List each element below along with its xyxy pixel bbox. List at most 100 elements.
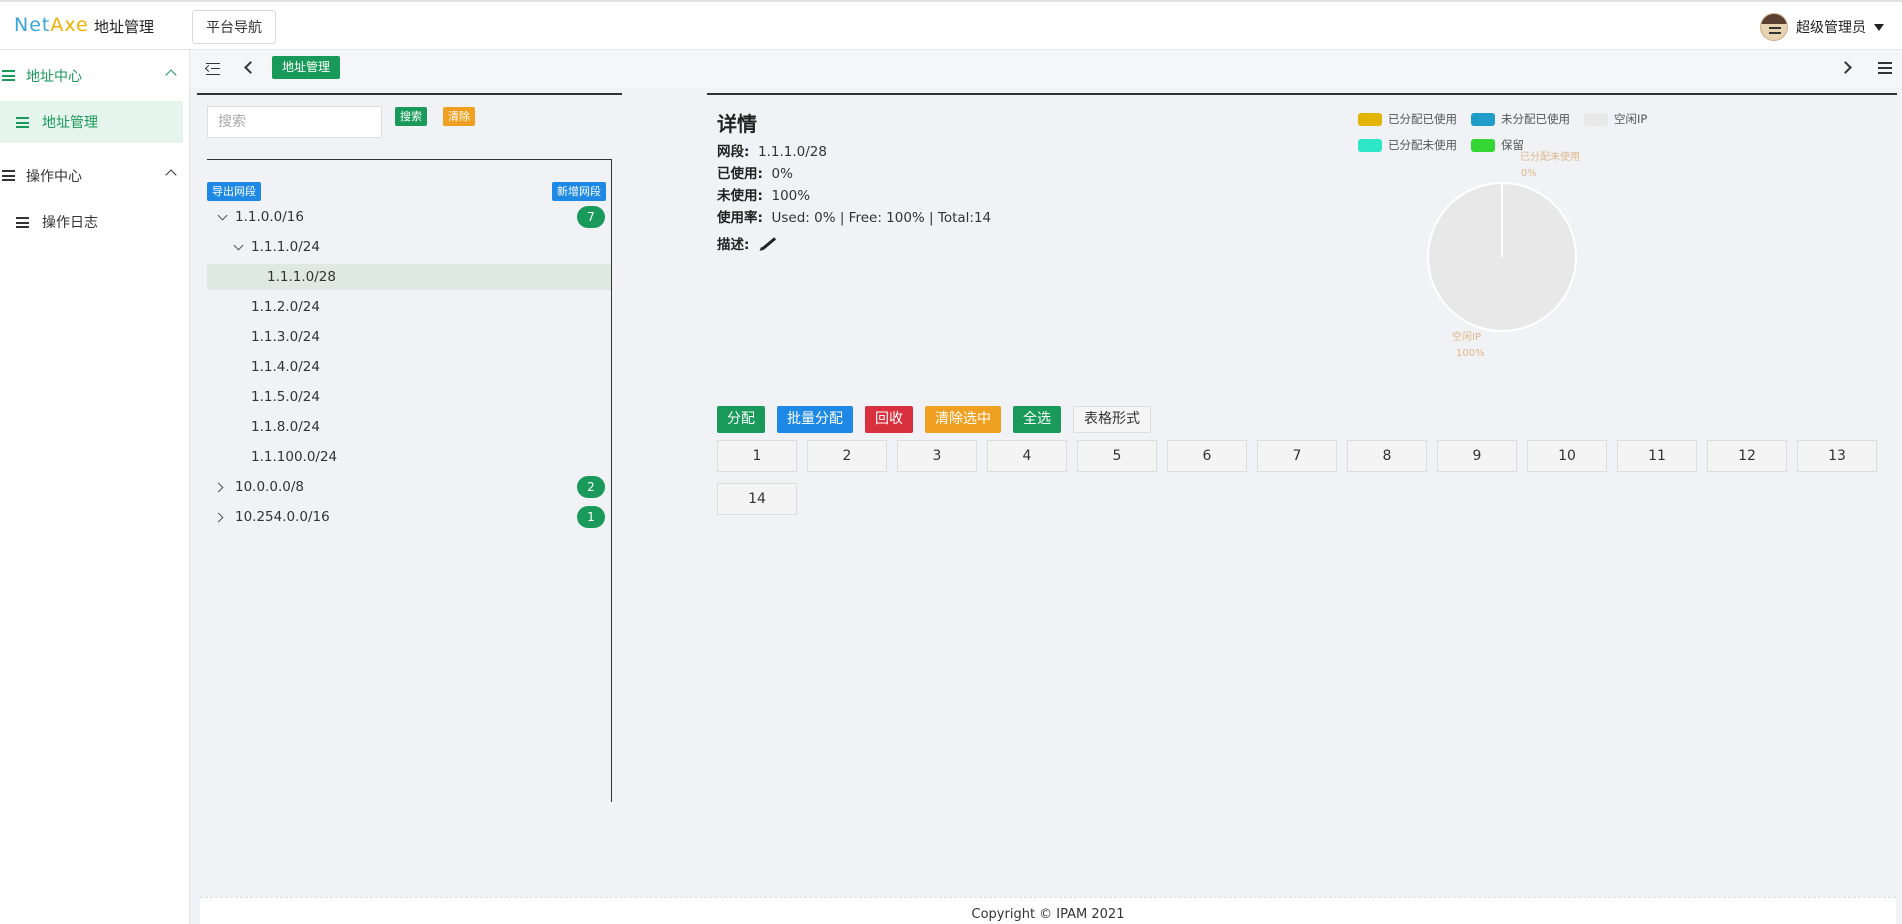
avatar[interactable] <box>1760 13 1788 41</box>
tab-bar: 地址管理 <box>190 50 1902 88</box>
tree-node[interactable]: 10.0.0.0/8 2 <box>207 474 611 500</box>
search-button[interactable]: 搜索 <box>395 107 427 126</box>
tree-node-label: 10.0.0.0/8 <box>235 479 304 495</box>
tab-address-management[interactable]: 地址管理 <box>272 56 341 79</box>
ip-cell[interactable]: 12 <box>1707 440 1787 472</box>
top-header: NetAxe 地址管理 平台导航 超级管理员 <box>0 0 1902 50</box>
allocate-button[interactable]: 分配 <box>717 406 765 433</box>
tree-node[interactable]: 1.1.5.0/24 <box>207 384 611 410</box>
pie-label-value: 100% <box>1456 348 1485 359</box>
ip-cell[interactable]: 1 <box>717 440 797 472</box>
legend-item[interactable]: 保留 <box>1471 137 1524 153</box>
clear-selection-button[interactable]: 清除选中 <box>925 406 1001 433</box>
ip-cell[interactable]: 14 <box>717 483 797 515</box>
ip-cell[interactable]: 13 <box>1797 440 1877 472</box>
menu-icon <box>2 70 15 81</box>
chevron-down-icon[interactable] <box>217 210 228 221</box>
legend-label: 空闲IP <box>1614 112 1648 126</box>
detail-label: 描述: <box>717 237 750 253</box>
legend-label: 未分配已使用 <box>1501 112 1570 126</box>
select-all-button[interactable]: 全选 <box>1013 406 1061 433</box>
chevron-right-icon[interactable] <box>213 512 224 523</box>
chevron-down-icon[interactable] <box>233 240 244 251</box>
menu-icon <box>2 170 15 181</box>
tree-node-selected[interactable]: 1.1.1.0/28 <box>207 264 611 290</box>
pie-label-name: 空闲IP <box>1452 332 1481 343</box>
app-title: 地址管理 <box>94 18 155 36</box>
sidebar-item-label: 操作日志 <box>42 215 98 231</box>
legend-item[interactable]: 已分配未使用 <box>1358 137 1457 153</box>
ip-cell[interactable]: 3 <box>897 440 977 472</box>
ip-cell[interactable]: 6 <box>1167 440 1247 472</box>
add-segment-button[interactable]: 新增网段 <box>552 182 606 201</box>
tree-node[interactable]: 1.1.3.0/24 <box>207 324 611 350</box>
edit-pencil-icon[interactable] <box>762 237 777 250</box>
tree-node-label: 1.1.5.0/24 <box>251 389 320 405</box>
tree-node-label: 10.254.0.0/16 <box>235 509 330 525</box>
caret-down-icon[interactable] <box>1874 23 1884 31</box>
table-view-button[interactable]: 表格形式 <box>1073 406 1151 433</box>
detail-label: 已使用: <box>717 166 763 182</box>
tab-menu-icon[interactable] <box>1878 62 1892 74</box>
legend-item[interactable]: 未分配已使用 <box>1471 111 1570 127</box>
tree-node[interactable]: 10.254.0.0/16 1 <box>207 504 611 530</box>
user-name[interactable]: 超级管理员 <box>1796 17 1866 37</box>
detail-label: 网段: <box>717 144 750 160</box>
ip-cell[interactable]: 7 <box>1257 440 1337 472</box>
tree-node-label: 1.1.100.0/24 <box>251 449 338 465</box>
ip-cell[interactable]: 10 <box>1527 440 1607 472</box>
collapse-sidebar-icon[interactable] <box>206 63 220 75</box>
batch-allocate-button[interactable]: 批量分配 <box>777 406 853 433</box>
count-badge: 1 <box>577 506 605 528</box>
sidebar-item-address-management[interactable]: 地址管理 <box>0 101 183 143</box>
detail-value: 1.1.1.0/28 <box>758 144 827 160</box>
sidebar: 地址中心 地址管理 操作中心 操作日志 <box>0 50 190 924</box>
sidebar-item-operation-log[interactable]: 操作日志 <box>0 201 183 243</box>
count-badge: 7 <box>577 206 605 228</box>
pie-label-value: 0% <box>1521 168 1537 179</box>
legend-item[interactable]: 已分配已使用 <box>1358 111 1457 127</box>
search-input[interactable] <box>207 106 382 138</box>
user-menu[interactable]: 超级管理员 <box>1760 13 1884 41</box>
tree-node-label: 1.1.4.0/24 <box>251 359 320 375</box>
detail-unused: 未使用: 100% <box>717 184 810 204</box>
chevron-left-icon[interactable] <box>244 61 257 74</box>
sidebar-group-label: 地址中心 <box>26 69 82 85</box>
sidebar-group-address-center[interactable]: 地址中心 <box>0 51 189 101</box>
chevron-right-icon[interactable] <box>213 482 224 493</box>
tree-node-label: 1.1.8.0/24 <box>251 419 320 435</box>
ip-cell[interactable]: 2 <box>807 440 887 472</box>
tree-node[interactable]: 1.1.8.0/24 <box>207 414 611 440</box>
footer: Copyright © IPAM 2021 <box>200 897 1896 924</box>
export-segment-button[interactable]: 导出网段 <box>207 182 261 201</box>
legend-swatch <box>1471 138 1495 152</box>
details-title: 详情 <box>717 112 757 136</box>
menu-icon <box>16 117 29 128</box>
tree-node-label: 1.1.0.0/16 <box>235 209 304 225</box>
tree-node[interactable]: 1.1.0.0/16 7 <box>207 204 611 230</box>
tree-node[interactable]: 1.1.4.0/24 <box>207 354 611 380</box>
menu-icon <box>16 217 29 228</box>
platform-nav-button[interactable]: 平台导航 <box>192 10 276 44</box>
tree-node[interactable]: 1.1.2.0/24 <box>207 294 611 320</box>
clear-button[interactable]: 清除 <box>443 107 475 126</box>
tree-node[interactable]: 1.1.1.0/24 <box>207 234 611 260</box>
tree-node-label: 1.1.1.0/24 <box>251 239 320 255</box>
copyright-text: Copyright © IPAM 2021 <box>971 907 1125 922</box>
reclaim-button[interactable]: 回收 <box>865 406 913 433</box>
ip-cell[interactable]: 11 <box>1617 440 1697 472</box>
netaxe-logo[interactable]: NetAxe <box>14 14 89 36</box>
chevron-up-icon <box>165 69 177 81</box>
divider <box>707 93 1897 95</box>
ip-cell[interactable]: 8 <box>1347 440 1427 472</box>
detail-value: Used: 0% | Free: 100% | Total:14 <box>771 210 992 226</box>
ip-cell[interactable]: 5 <box>1077 440 1157 472</box>
legend-swatch <box>1471 112 1495 126</box>
divider <box>197 93 622 95</box>
tree-node[interactable]: 1.1.100.0/24 <box>207 444 611 470</box>
ip-cell[interactable]: 4 <box>987 440 1067 472</box>
ip-cell[interactable]: 9 <box>1437 440 1517 472</box>
legend-item[interactable]: 空闲IP <box>1584 111 1647 127</box>
sidebar-group-operation-center[interactable]: 操作中心 <box>0 151 189 201</box>
chevron-right-icon[interactable] <box>1839 61 1852 74</box>
